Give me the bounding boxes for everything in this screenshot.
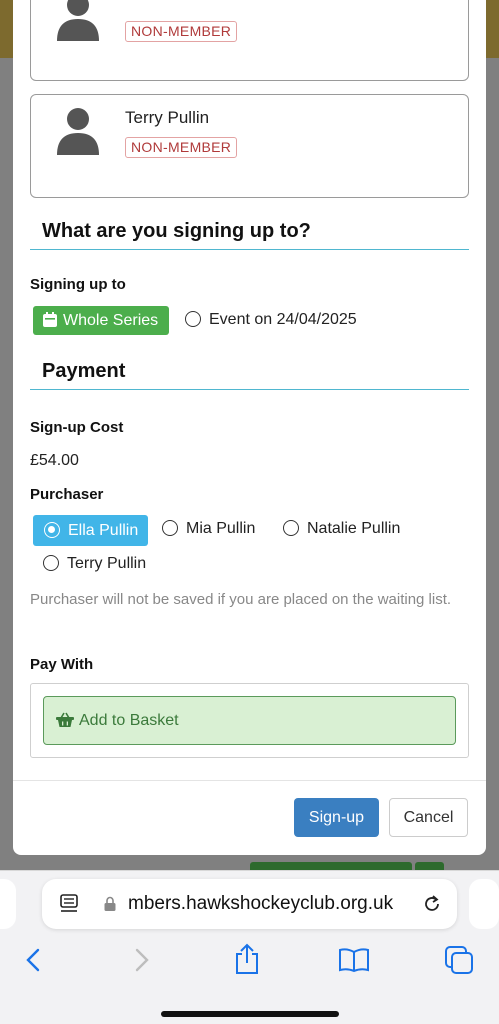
purchaser-option-label: Natalie Pullin	[307, 520, 401, 537]
browser-toolbar: mbers.hawkshockeyclub.org.uk	[0, 870, 499, 1024]
purchaser-option-ella[interactable]: Ella Pullin	[33, 515, 148, 546]
bookmarks-icon[interactable]	[338, 947, 370, 973]
radio-icon	[162, 520, 178, 536]
purchaser-option-label: Terry Pullin	[67, 555, 147, 572]
reload-icon[interactable]	[422, 894, 442, 914]
cancel-button[interactable]: Cancel	[389, 798, 468, 837]
event-date-label: Event on 24/04/2025	[209, 311, 357, 328]
purchaser-label: Purchaser	[30, 486, 104, 503]
signup-modal: NON-MEMBER Terry Pullin NON-MEMBER What …	[13, 0, 486, 855]
add-to-basket-button[interactable]: Add to Basket	[43, 696, 456, 745]
modal-footer-divider	[13, 780, 486, 781]
previous-tab-preview[interactable]	[0, 879, 16, 929]
lock-icon	[104, 896, 116, 911]
pay-with-panel: Add to Basket	[30, 683, 469, 758]
forward-icon[interactable]	[133, 947, 151, 973]
signup-button[interactable]: Sign-up	[294, 798, 379, 837]
purchaser-note: Purchaser will not be saved if you are p…	[30, 591, 452, 608]
purchaser-option-label: Mia Pullin	[186, 520, 256, 537]
signing-up-to-label: Signing up to	[30, 276, 126, 293]
radio-selected-icon	[44, 522, 60, 538]
home-indicator[interactable]	[161, 1011, 339, 1017]
event-date-option[interactable]: Event on 24/04/2025	[185, 311, 357, 329]
signup-section-title: What are you signing up to?	[30, 218, 469, 250]
back-icon[interactable]	[24, 947, 42, 973]
basket-icon	[56, 712, 74, 727]
member-card[interactable]: NON-MEMBER	[30, 0, 469, 81]
user-avatar-icon	[57, 108, 99, 155]
radio-icon	[283, 520, 299, 536]
purchaser-option-terry[interactable]: Terry Pullin	[43, 555, 146, 573]
purchaser-option-label: Ella Pullin	[68, 522, 139, 539]
next-tab-preview[interactable]	[469, 879, 499, 929]
non-member-badge: NON-MEMBER	[125, 21, 238, 42]
purchaser-option-mia[interactable]: Mia Pullin	[162, 520, 255, 538]
user-avatar-icon	[57, 0, 99, 41]
calendar-icon	[43, 312, 57, 327]
signup-cost-value: £54.00	[30, 452, 79, 469]
whole-series-label: Whole Series	[63, 312, 159, 329]
pay-with-label: Pay With	[30, 656, 94, 673]
whole-series-option[interactable]: Whole Series	[33, 306, 169, 335]
page-menu-icon[interactable]	[60, 894, 78, 914]
url-text: mbers.hawkshockeyclub.org.uk	[128, 893, 394, 914]
add-to-basket-label: Add to Basket	[79, 712, 179, 729]
non-member-badge: NON-MEMBER	[125, 137, 238, 158]
purchaser-option-natalie[interactable]: Natalie Pullin	[283, 520, 400, 538]
radio-icon	[43, 555, 59, 571]
payment-section-title: Payment	[30, 358, 469, 390]
member-card[interactable]: Terry Pullin NON-MEMBER	[30, 94, 469, 198]
radio-icon	[185, 311, 201, 327]
share-icon[interactable]	[233, 943, 261, 975]
tabs-icon[interactable]	[444, 945, 474, 975]
member-name: Terry Pullin	[125, 108, 210, 127]
signup-cost-label: Sign-up Cost	[30, 419, 124, 436]
address-bar[interactable]: mbers.hawkshockeyclub.org.uk	[42, 879, 457, 929]
